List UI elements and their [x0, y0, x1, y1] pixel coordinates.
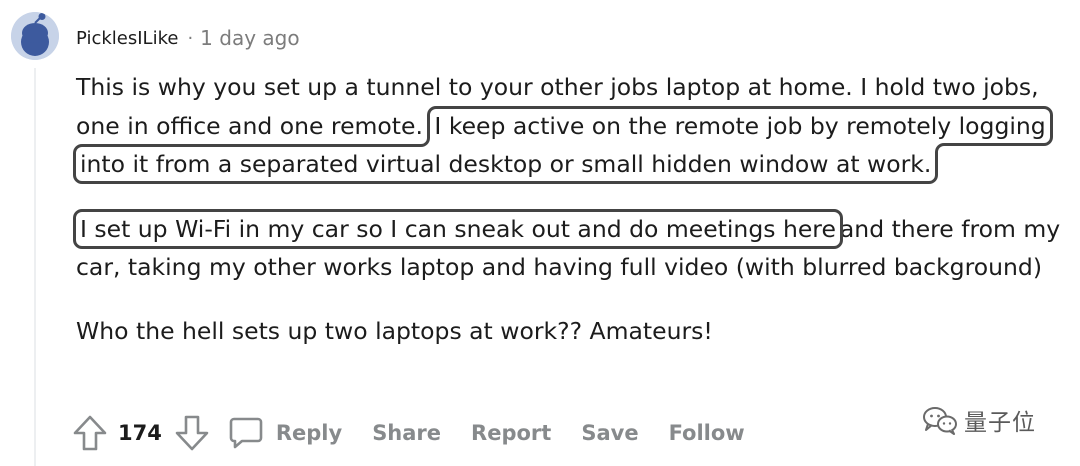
upvote-button[interactable] [72, 414, 108, 452]
timestamp[interactable]: 1 day ago [200, 26, 299, 50]
downvote-button[interactable] [174, 414, 210, 452]
arrow-up-outline-icon [73, 415, 107, 451]
comment-paragraph-1: This is why you set up a tunnel to your … [73, 68, 1066, 184]
comment-paragraph-3: Who the hell sets up two laptops at work… [76, 316, 713, 345]
save-button[interactable]: Save [581, 421, 638, 445]
watermark-text: 量子位 [964, 410, 1036, 436]
wechat-icon [923, 407, 957, 435]
avatar[interactable] [11, 12, 59, 60]
arrow-down-outline-icon [175, 415, 209, 451]
thread-line[interactable] [34, 68, 36, 466]
username[interactable]: PicklesILike [76, 28, 178, 49]
highlighted-text-2: I set up Wi-Fi in my car so I can sneak … [73, 208, 843, 249]
reply-label[interactable]: Reply [276, 421, 342, 445]
comment-action-bar: 174 Reply Share Report Save Follow [72, 413, 775, 453]
comment-paragraph-2: I set up Wi-Fi in my car so I can sneak … [73, 208, 1066, 287]
vote-count: 174 [118, 421, 162, 445]
comment-body: This is why you set up a tunnel to your … [73, 68, 1066, 376]
share-button[interactable]: Share [372, 421, 441, 445]
watermark: 量子位 [922, 402, 1036, 438]
report-button[interactable]: Report [471, 421, 551, 445]
meta-separator: · [187, 27, 194, 49]
follow-button[interactable]: Follow [669, 421, 745, 445]
comment-header: PicklesILike · 1 day ago [76, 24, 300, 52]
reply-button[interactable] [228, 415, 264, 451]
snoo-avatar-icon [11, 12, 59, 60]
speech-bubble-icon [229, 417, 263, 449]
